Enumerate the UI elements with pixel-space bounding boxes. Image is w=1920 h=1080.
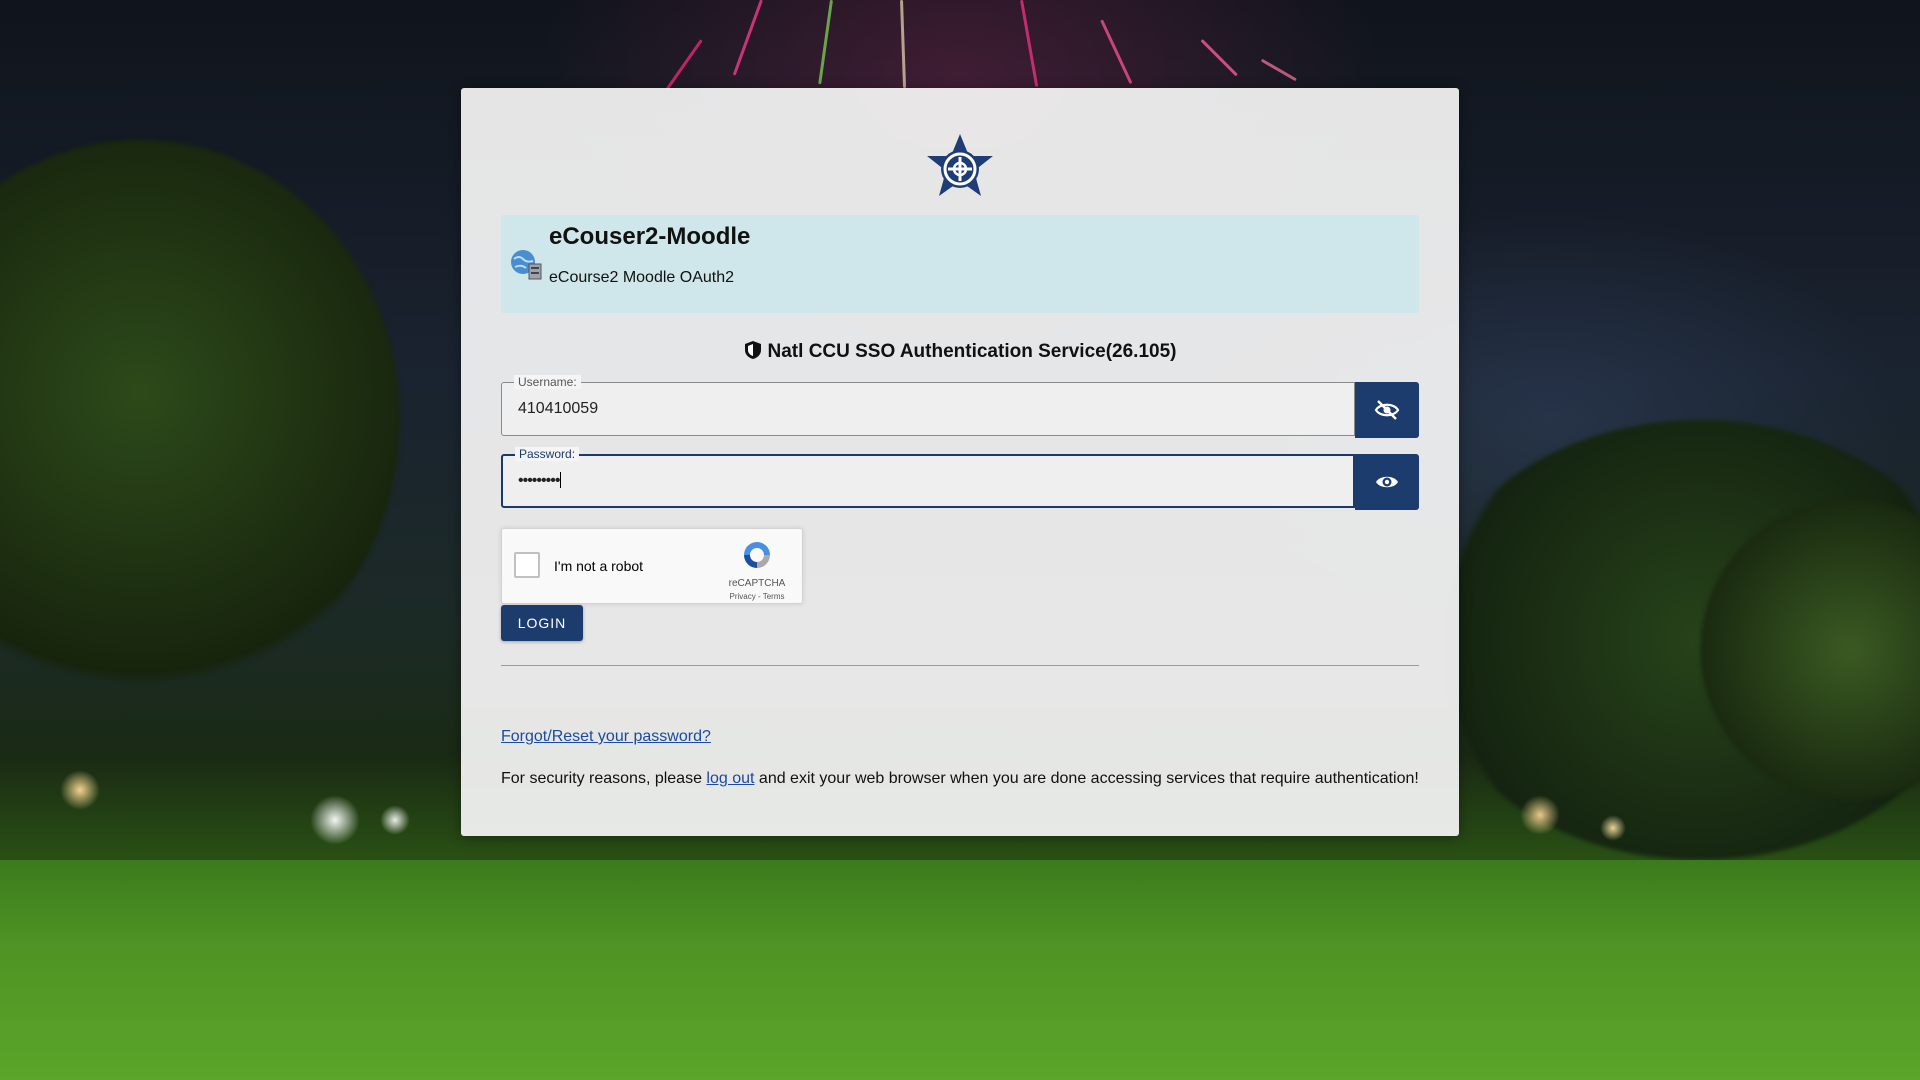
- shield-icon: [744, 341, 761, 359]
- username-field[interactable]: Username: 410410059: [501, 375, 1355, 436]
- divider: [501, 665, 1419, 666]
- password-label: Password:: [515, 447, 580, 461]
- service-title: eCouser2-Moodle: [549, 223, 751, 250]
- logout-link[interactable]: log out: [706, 770, 754, 787]
- globe-server-icon: [511, 250, 542, 280]
- eye-icon: [1376, 476, 1398, 488]
- password-toggle-button[interactable]: [1355, 454, 1419, 510]
- recaptcha-label: I'm not a robot: [554, 558, 644, 574]
- service-info-box: eCouser2-Moodle eCourse2 Moodle OAuth2: [501, 215, 1419, 313]
- username-toggle-button[interactable]: [1355, 382, 1419, 438]
- recaptcha-branding: reCAPTCHA Privacy - Terms: [722, 539, 792, 601]
- auth-heading-text: Natl CCU SSO Authentication Service(26.1…: [767, 341, 1177, 362]
- username-label: Username:: [514, 375, 581, 389]
- password-value[interactable]: •••••••••: [518, 472, 562, 490]
- recaptcha-logo-icon: [744, 542, 770, 568]
- eye-off-icon: [1374, 400, 1400, 420]
- login-button[interactable]: LOGIN: [501, 605, 583, 641]
- recaptcha-widget: I'm not a robot reCAPTCHA Privacy - Term…: [501, 528, 803, 604]
- recaptcha-checkbox[interactable]: [514, 552, 540, 578]
- university-logo: [927, 134, 993, 196]
- security-notice-suffix: and exit your web browser when you are d…: [754, 770, 1419, 787]
- login-card: eCouser2-Moodle eCourse2 Moodle OAuth2 N…: [461, 88, 1459, 836]
- service-subtitle: eCourse2 Moodle OAuth2: [549, 269, 734, 286]
- recaptcha-brand-name: reCAPTCHA: [728, 578, 786, 589]
- username-value[interactable]: 410410059: [518, 400, 598, 418]
- recaptcha-privacy-link[interactable]: Privacy: [730, 592, 756, 601]
- recaptcha-link-separator: -: [755, 592, 763, 601]
- auth-heading: Natl CCU SSO Authentication Service(26.1…: [461, 340, 1459, 363]
- forgot-password-link[interactable]: Forgot/Reset your password?: [501, 728, 711, 746]
- security-notice-prefix: For security reasons, please: [501, 770, 707, 787]
- recaptcha-terms-link[interactable]: Terms: [763, 592, 785, 601]
- security-notice: For security reasons, please log out and…: [501, 770, 1419, 788]
- password-field[interactable]: Password: •••••••••: [501, 447, 1355, 508]
